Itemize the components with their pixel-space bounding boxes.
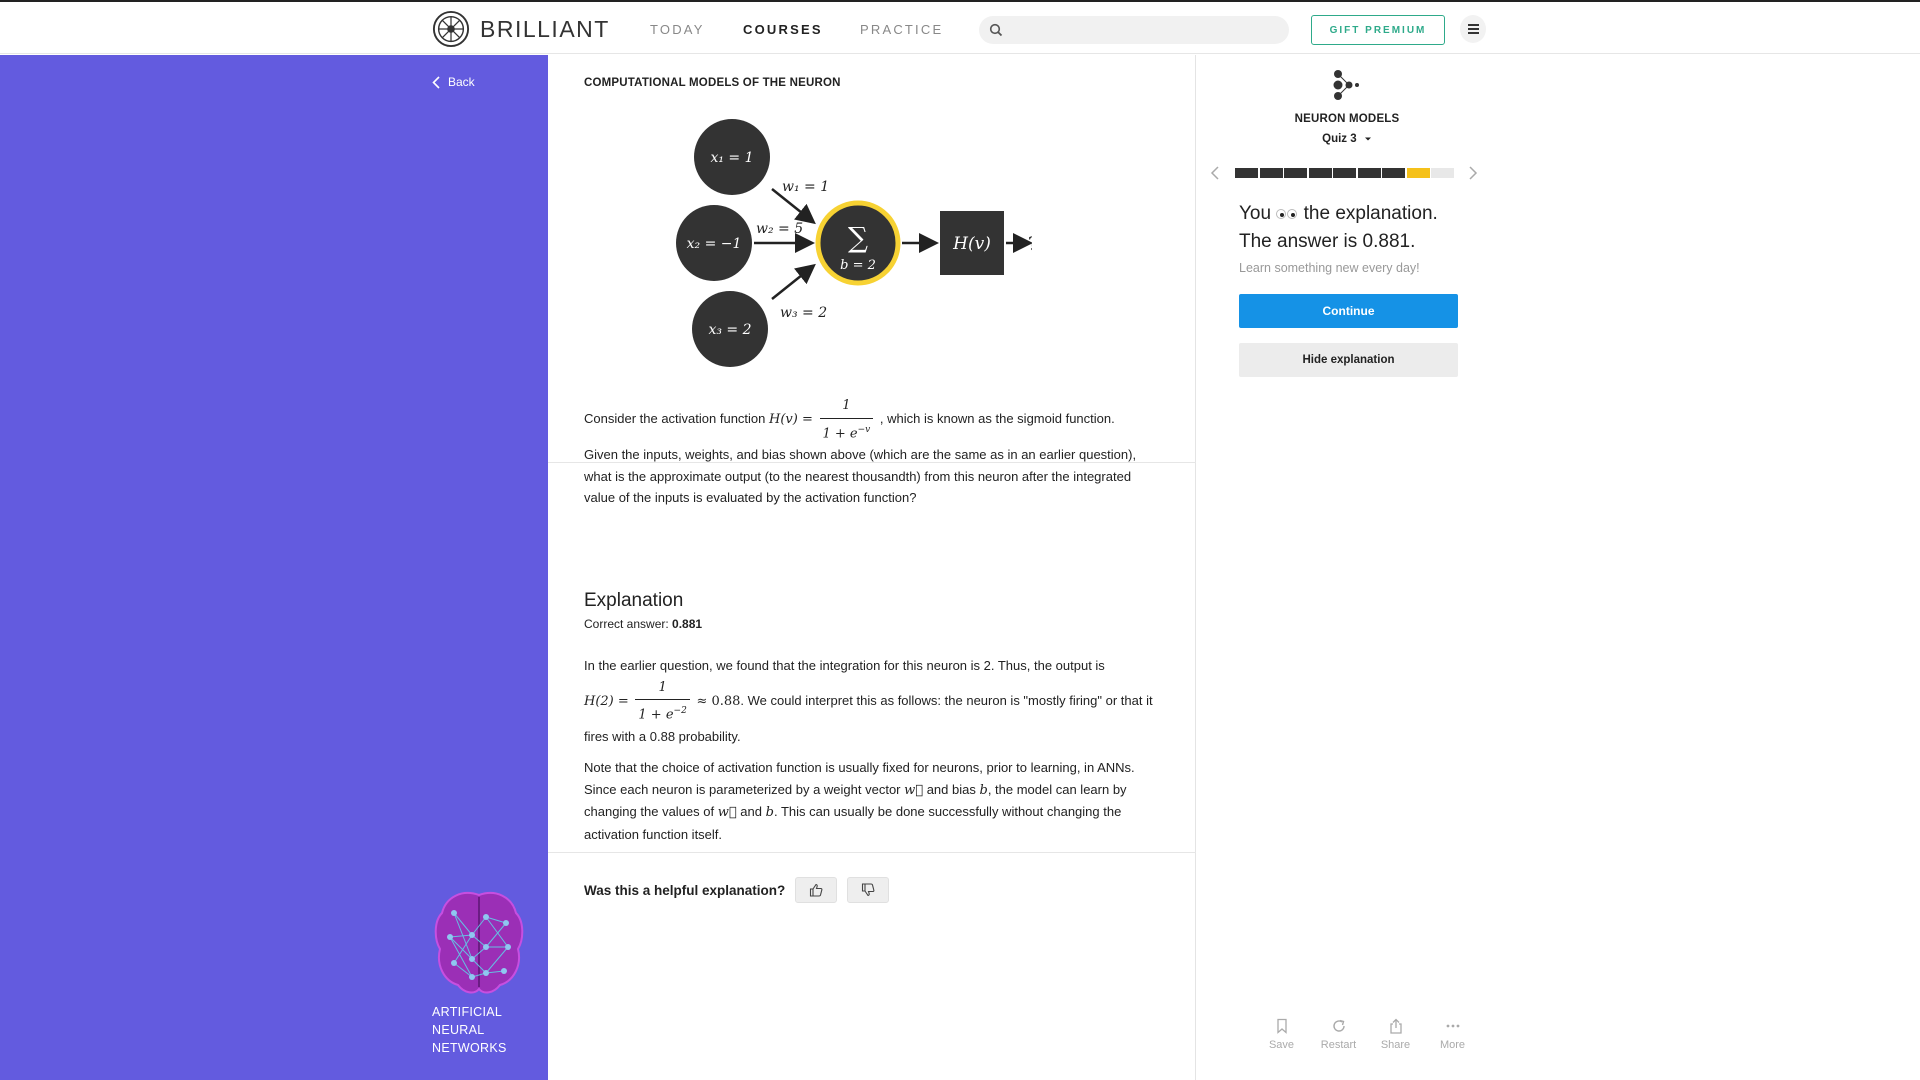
correct-answer-value: 0.881 — [672, 617, 703, 631]
share-button[interactable]: Share — [1367, 1018, 1424, 1051]
back-label: Back — [448, 75, 475, 89]
sigmoid-denominator: 1 + e−v — [819, 417, 874, 445]
continue-button[interactable]: Continue — [1239, 294, 1458, 328]
result-message: You the explanation. The answer is 0.881… — [1239, 203, 1438, 252]
brilliant-logo[interactable]: BRILLIANT — [432, 10, 610, 48]
logo-text: BRILLIANT — [480, 15, 610, 42]
progress-segment[interactable] — [1284, 168, 1307, 178]
course-name[interactable]: ARTIFICIAL NEURAL NETWORKS — [432, 1003, 532, 1057]
progress-segment[interactable] — [1235, 168, 1258, 178]
progress-segments — [1235, 168, 1456, 178]
quiz-panel: NEURON MODELS Quiz 3 You the explanation… — [1197, 55, 1920, 1080]
neuron-diagram: x₁ = 1 x₂ = −1 x₃ = 2 w₁ = 1 w₂ = 5 w₃ =… — [676, 119, 1032, 367]
explanation-paragraph-2: Note that the choice of activation funct… — [584, 760, 1135, 842]
weight-arrow-3 — [771, 263, 816, 300]
divider — [548, 462, 1196, 463]
quiz-selector[interactable]: Quiz 3 — [1197, 133, 1497, 145]
chevron-right-icon[interactable] — [1465, 165, 1479, 181]
sigmoid-lhs: H(v) = — [769, 412, 813, 428]
question-intro: Consider the activation function — [584, 411, 766, 427]
search-bar[interactable] — [979, 16, 1289, 44]
progress-segment[interactable] — [1382, 168, 1405, 178]
hide-explanation-button[interactable]: Hide explanation — [1239, 343, 1458, 377]
answer-statement: The answer is 0.881. — [1239, 231, 1416, 252]
menu-button[interactable] — [1460, 15, 1486, 43]
sum-symbol: ∑ — [848, 221, 868, 254]
course-sidebar: Back ARTIFICIAL NEURAL NETWORKS — [0, 55, 548, 1080]
input-label-x2: x₂ = −1 — [687, 236, 742, 252]
top-navigation-bar: BRILLIANT TODAY COURSES PRACTICE GIFT PR… — [0, 0, 1920, 54]
bias-label: b = 2 — [840, 258, 876, 273]
input-label-x3: x₃ = 2 — [708, 322, 751, 338]
neuron-quiz-icon — [1333, 70, 1359, 100]
activation-label: H(v) — [952, 234, 991, 254]
thumbs-down-icon — [862, 883, 875, 897]
quiz-topic: NEURON MODELS — [1294, 113, 1400, 125]
thumbs-up-icon — [810, 883, 823, 897]
output-label: ? — [1028, 233, 1032, 255]
nav-courses[interactable]: COURSES — [743, 22, 823, 37]
chevron-left-icon — [432, 75, 440, 89]
thumbs-up-button[interactable] — [795, 877, 838, 903]
search-icon — [989, 23, 1003, 37]
gift-premium-button[interactable]: GIFT PREMIUM — [1311, 15, 1445, 45]
quiz-progress — [1209, 165, 1479, 181]
progress-segment[interactable] — [1406, 168, 1430, 178]
restart-button[interactable]: Restart — [1310, 1018, 1367, 1051]
chevron-left-icon[interactable] — [1209, 165, 1223, 181]
progress-segment[interactable] — [1333, 168, 1356, 178]
nav-practice[interactable]: PRACTICE — [860, 22, 943, 37]
caret-down-icon — [1364, 137, 1371, 141]
nav-today[interactable]: TODAY — [650, 22, 705, 37]
back-link[interactable]: Back — [432, 75, 475, 89]
problem-content: COMPUTATIONAL MODELS OF THE NEURON x₁ = … — [548, 55, 1196, 1080]
eyes-icon — [1276, 208, 1298, 220]
progress-segment[interactable] — [1357, 168, 1381, 178]
input-label-x1: x₁ = 1 — [710, 150, 753, 166]
explanation-body: In the earlier question, we found that t… — [584, 655, 1164, 855]
thumbs-down-button[interactable] — [847, 877, 890, 903]
brilliant-logo-icon — [432, 10, 470, 48]
sigmoid-numerator: 1 — [842, 398, 851, 413]
progress-segment[interactable] — [1259, 168, 1283, 178]
explanation-paragraph-1: In the earlier question, we found that t… — [584, 658, 1153, 744]
hamburger-icon — [1468, 24, 1479, 26]
more-icon — [1446, 1024, 1459, 1028]
correct-answer: Correct answer: 0.881 — [584, 617, 703, 631]
tagline: Learn something new every day! — [1239, 261, 1420, 275]
weight-label-3: w₃ = 2 — [780, 305, 827, 321]
share-icon — [1389, 1018, 1402, 1034]
weight-label-2: w₂ = 5 — [756, 221, 803, 237]
question-body: Given the inputs, weights, and bias show… — [584, 447, 1137, 506]
feedback-prompt: Was this a helpful explanation? — [584, 877, 890, 903]
weight-label-1: w₁ = 1 — [782, 179, 829, 195]
more-button[interactable]: More — [1424, 1018, 1481, 1051]
sigmoid-fraction: 1 1 + e−v — [819, 395, 874, 445]
question-after-func: , which is known as the sigmoid function… — [879, 411, 1115, 427]
progress-segment[interactable] — [1431, 168, 1454, 178]
restart-icon — [1332, 1019, 1345, 1032]
problem-actions: Save Restart Share More — [1253, 1018, 1481, 1051]
divider — [548, 852, 1196, 853]
bookmark-icon — [1276, 1018, 1287, 1034]
question-text: Consider the activation function H(v) = … — [584, 398, 1164, 509]
progress-segment[interactable] — [1308, 168, 1332, 178]
save-button[interactable]: Save — [1253, 1018, 1310, 1051]
explanation-fraction: 1 1 + e−2 — [635, 677, 690, 726]
search-input[interactable] — [1009, 19, 1279, 41]
explanation-heading: Explanation — [584, 590, 684, 611]
chapter-title: COMPUTATIONAL MODELS OF THE NEURON — [584, 77, 841, 89]
feedback-label: Was this a helpful explanation? — [584, 882, 786, 898]
brain-network-illustration[interactable] — [432, 887, 526, 999]
